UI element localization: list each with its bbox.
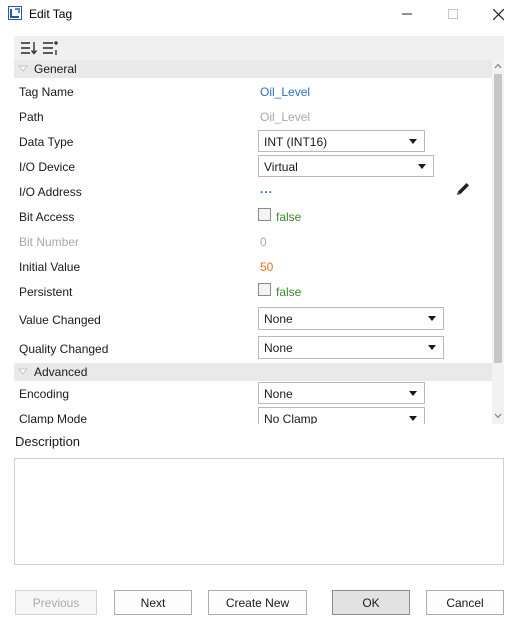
app-logo-icon <box>8 6 22 20</box>
dropdown-value: None <box>264 387 293 401</box>
scrollbar-thumb[interactable] <box>494 74 502 363</box>
sort-alphabetical-icon <box>21 42 37 55</box>
property-label: I/O Address <box>19 185 82 199</box>
section-label: General <box>34 62 77 76</box>
encoding-dropdown[interactable]: None <box>258 382 425 404</box>
tag-name-value[interactable]: Oil_Level <box>260 85 310 99</box>
property-label: Clamp Mode <box>19 412 88 424</box>
sort-alphabetical-button[interactable] <box>20 39 38 57</box>
maximize-icon <box>448 9 458 19</box>
property-label: Initial Value <box>19 260 81 274</box>
persistent-value: false <box>276 285 302 299</box>
section-label: Advanced <box>34 365 88 379</box>
property-label: Bit Access <box>19 210 75 224</box>
quality-changed-dropdown[interactable]: None <box>258 336 444 359</box>
property-row-bit-number: Bit Number 0 <box>14 229 492 254</box>
minimize-icon <box>402 13 412 15</box>
create-new-button[interactable]: Create New <box>208 590 307 615</box>
description-label: Description <box>15 434 81 449</box>
property-grid: General Tag Name Oil_Level Path Oil_Leve… <box>14 60 504 424</box>
value-changed-dropdown[interactable]: None <box>258 307 444 330</box>
window-title: Edit Tag <box>29 7 73 21</box>
property-row-initial-value: Initial Value 50 <box>14 254 492 279</box>
maximize-button[interactable] <box>430 0 476 28</box>
pencil-icon[interactable] <box>455 181 471 197</box>
property-label: Persistent <box>19 285 73 299</box>
property-row-persistent: Persistent false <box>14 279 492 304</box>
ok-button[interactable]: OK <box>332 590 410 615</box>
collapse-caret-icon <box>18 65 28 72</box>
property-row-data-type: Data Type INT (INT16) <box>14 129 492 154</box>
io-address-value[interactable]: ... <box>260 182 273 196</box>
data-type-dropdown[interactable]: INT (INT16) <box>258 130 425 152</box>
chevron-down-icon <box>428 316 436 321</box>
chevron-down-icon <box>409 139 417 144</box>
property-label: Tag Name <box>19 85 74 99</box>
dropdown-value: Virtual <box>264 160 298 174</box>
vertical-scrollbar[interactable] <box>492 60 504 424</box>
dropdown-value: No Clamp <box>264 412 318 424</box>
property-row-value-changed: Value Changed None <box>14 305 492 333</box>
title-bar: Edit Tag <box>0 0 521 28</box>
chevron-down-icon <box>409 416 417 421</box>
dropdown-value: None <box>264 341 293 355</box>
property-row-clamp-mode: Clamp Mode No Clamp <box>14 406 492 424</box>
property-row-bit-access: Bit Access false <box>14 204 492 229</box>
close-icon <box>492 8 504 20</box>
property-row-io-address: I/O Address ... <box>14 179 492 204</box>
scroll-up-icon[interactable] <box>494 63 502 69</box>
section-general[interactable]: General <box>14 60 492 78</box>
property-label: Quality Changed <box>19 342 109 356</box>
bit-number-value: 0 <box>260 235 267 249</box>
property-label: Data Type <box>19 135 74 149</box>
property-row-encoding: Encoding None <box>14 381 492 406</box>
categorized-view-icon <box>43 41 58 55</box>
property-label: Path <box>19 110 44 124</box>
chevron-down-icon <box>428 345 436 350</box>
property-grid-toolbar <box>14 36 504 60</box>
bit-access-value: false <box>276 210 302 224</box>
property-row-path: Path Oil_Level <box>14 104 492 129</box>
path-value: Oil_Level <box>260 110 311 124</box>
property-label: Encoding <box>19 387 70 401</box>
collapse-caret-icon <box>18 368 28 375</box>
persistent-checkbox[interactable] <box>258 283 271 296</box>
next-button[interactable]: Next <box>114 590 192 615</box>
dropdown-value: INT (INT16) <box>264 135 328 149</box>
property-row-quality-changed: Quality Changed None <box>14 334 492 362</box>
property-label: I/O Device <box>19 160 76 174</box>
property-label: Bit Number <box>19 235 80 249</box>
initial-value-value[interactable]: 50 <box>260 260 273 274</box>
property-row-tag-name: Tag Name Oil_Level <box>14 79 492 104</box>
categorized-view-button[interactable] <box>42 39 60 57</box>
io-device-dropdown[interactable]: Virtual <box>258 155 434 177</box>
clamp-mode-dropdown[interactable]: No Clamp <box>258 407 425 424</box>
property-label: Value Changed <box>19 313 101 327</box>
chevron-down-icon <box>418 164 426 169</box>
property-row-io-device: I/O Device Virtual <box>14 154 492 179</box>
previous-button[interactable]: Previous <box>15 590 97 615</box>
bit-access-checkbox[interactable] <box>258 208 271 221</box>
section-advanced[interactable]: Advanced <box>14 363 492 381</box>
minimize-button[interactable] <box>384 0 430 28</box>
dropdown-value: None <box>264 312 293 326</box>
cancel-button[interactable]: Cancel <box>426 590 504 615</box>
scroll-down-icon[interactable] <box>494 413 502 419</box>
description-textarea[interactable] <box>14 458 504 565</box>
chevron-down-icon <box>409 391 417 396</box>
close-button[interactable] <box>475 0 521 28</box>
